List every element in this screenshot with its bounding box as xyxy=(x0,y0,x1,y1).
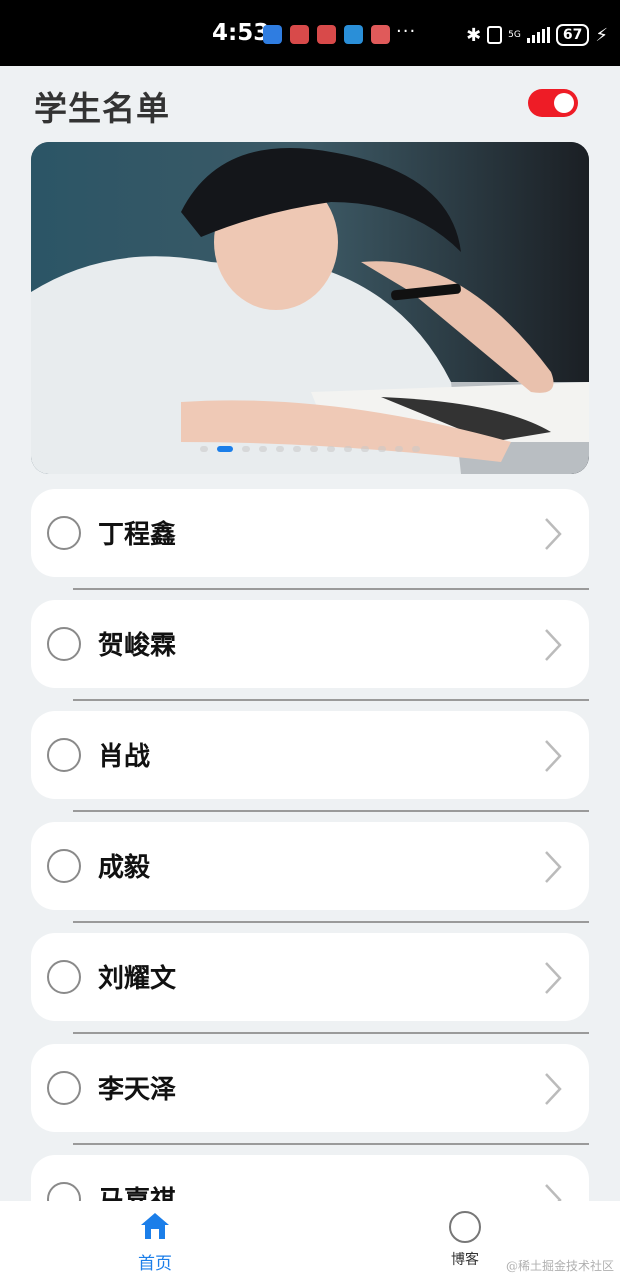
student-name: 丁程鑫 xyxy=(98,520,177,550)
carousel-dot[interactable] xyxy=(327,446,335,452)
battery-level: 67 xyxy=(555,24,590,46)
carousel-dot[interactable] xyxy=(395,446,403,452)
student-row[interactable]: 马嘉祺 xyxy=(31,1155,589,1201)
student-name: 马嘉祺 xyxy=(98,1186,177,1201)
chevron-right-icon xyxy=(545,629,562,661)
notification-app-icon xyxy=(263,25,282,44)
home-icon xyxy=(141,1213,169,1239)
carousel-dot[interactable] xyxy=(217,446,233,452)
vibrate-icon xyxy=(487,26,503,44)
carousel-dot[interactable] xyxy=(412,446,420,452)
bluetooth-icon: ✱ xyxy=(466,24,482,46)
list-divider xyxy=(73,1143,589,1145)
more-notifications-icon: ··· xyxy=(396,21,417,42)
student-row[interactable]: 刘耀文 xyxy=(31,933,589,1034)
blog-icon xyxy=(449,1211,481,1243)
page-title: 学生名单 xyxy=(34,89,170,128)
chevron-right-icon xyxy=(545,1073,562,1105)
student-row[interactable]: 贺峻霖 xyxy=(31,600,589,701)
notification-app-icon xyxy=(344,25,363,44)
student-row[interactable]: 肖战 xyxy=(31,711,589,812)
select-radio[interactable] xyxy=(47,516,81,550)
select-radio[interactable] xyxy=(47,960,81,994)
status-time: 4:53 xyxy=(212,20,270,46)
list-divider xyxy=(73,699,589,701)
system-icons: ✱ 5G 67 ⚡ xyxy=(466,24,608,46)
banner-carousel[interactable] xyxy=(31,142,589,474)
chevron-right-icon xyxy=(545,518,562,550)
carousel-dot[interactable] xyxy=(276,446,284,452)
theme-toggle[interactable] xyxy=(528,89,578,117)
notification-app-icon xyxy=(317,25,336,44)
carousel-dot[interactable] xyxy=(242,446,250,452)
select-radio[interactable] xyxy=(47,1182,81,1201)
list-divider xyxy=(73,1032,589,1034)
tab-home-label: 首页 xyxy=(138,1254,172,1274)
chevron-right-icon xyxy=(545,740,562,772)
student-name: 李天泽 xyxy=(98,1075,177,1105)
carousel-dot[interactable] xyxy=(378,446,386,452)
chevron-right-icon xyxy=(545,962,562,994)
notification-icons xyxy=(263,25,390,44)
select-radio[interactable] xyxy=(47,849,81,883)
select-radio[interactable] xyxy=(47,738,81,772)
carousel-indicator xyxy=(31,446,589,452)
student-name: 贺峻霖 xyxy=(98,631,177,661)
student-row[interactable]: 李天泽 xyxy=(31,1044,589,1145)
student-name: 刘耀文 xyxy=(98,964,177,994)
carousel-dot[interactable] xyxy=(259,446,267,452)
chevron-right-icon xyxy=(545,1184,562,1201)
select-radio[interactable] xyxy=(47,1071,81,1105)
student-name: 肖战 xyxy=(98,742,151,772)
network-type: 5G xyxy=(508,29,521,40)
list-divider xyxy=(73,588,589,590)
charging-icon: ⚡ xyxy=(595,24,608,46)
student-list: 丁程鑫 贺峻霖 肖战 成毅 刘耀文 李天泽 马嘉祺 xyxy=(31,489,589,1201)
status-bar: 4:53 ··· ✱ 5G 67 ⚡ xyxy=(0,0,620,66)
tab-home[interactable]: 首页 xyxy=(95,1211,215,1274)
carousel-dot[interactable] xyxy=(361,446,369,452)
toggle-knob xyxy=(554,93,574,113)
banner-image xyxy=(31,142,589,474)
carousel-dot[interactable] xyxy=(200,446,208,452)
notification-app-icon xyxy=(290,25,309,44)
student-name: 成毅 xyxy=(98,853,151,883)
list-divider xyxy=(73,810,589,812)
student-row[interactable]: 丁程鑫 xyxy=(31,489,589,590)
signal-icon xyxy=(526,27,550,43)
select-radio[interactable] xyxy=(47,627,81,661)
chevron-right-icon xyxy=(545,851,562,883)
carousel-dot[interactable] xyxy=(344,446,352,452)
bottom-tab-bar: 首页 博客 @稀土掘金技术社区 xyxy=(0,1201,620,1280)
watermark: @稀土掘金技术社区 xyxy=(505,1259,614,1273)
notification-app-icon xyxy=(371,25,390,44)
carousel-dot[interactable] xyxy=(310,446,318,452)
carousel-dot[interactable] xyxy=(293,446,301,452)
list-divider xyxy=(73,921,589,923)
student-row[interactable]: 成毅 xyxy=(31,822,589,923)
